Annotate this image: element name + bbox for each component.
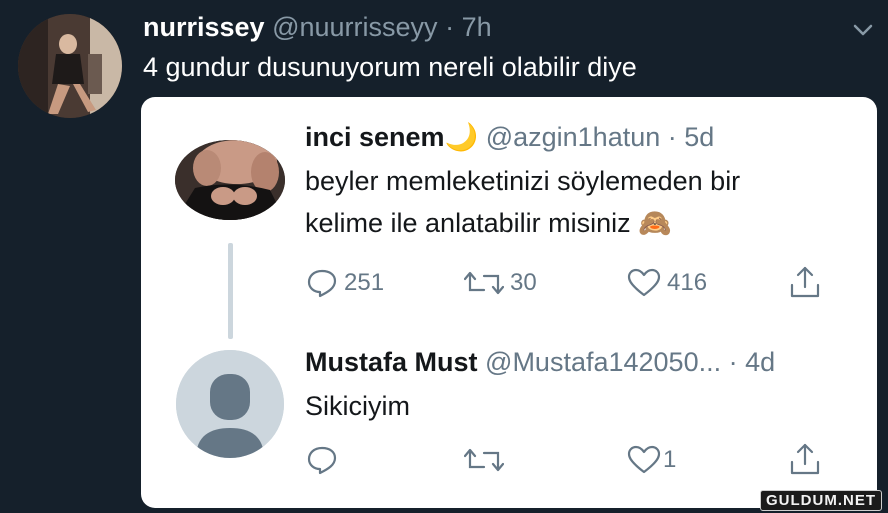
quoted-text: beyler memleketinizi söylemeden bir keli…	[305, 160, 740, 244]
retweet-button[interactable]: 30	[464, 268, 537, 298]
reply-author-handle[interactable]: @Mustafa142050...	[485, 347, 721, 377]
reply-author-avatar[interactable]	[176, 350, 284, 458]
heart-icon	[627, 268, 661, 297]
reply-icon	[307, 269, 337, 298]
quoted-author-photo	[175, 140, 285, 220]
quoted-author-name[interactable]: inci senem	[305, 122, 445, 152]
reply-share-button[interactable]	[789, 442, 821, 476]
share-button[interactable]	[789, 265, 821, 299]
heart-icon	[627, 445, 661, 474]
author-handle[interactable]: @nuurrisseyy	[272, 12, 437, 42]
quoted-thread-card[interactable]: inci senem🌙 @azgin1hatun · 5d beyler mem…	[141, 97, 877, 508]
tweet-header: nurrissey @nuurrisseyy · 7h	[143, 12, 492, 43]
retweet-icon	[464, 448, 504, 472]
quoted-text-line1: beyler memleketinizi söylemeden bir	[305, 166, 741, 196]
quoted-header: inci senem🌙 @azgin1hatun · 5d	[305, 121, 714, 153]
like-button[interactable]: 416	[627, 268, 707, 298]
quoted-time[interactable]: · 5d	[668, 122, 715, 152]
retweet-count: 30	[510, 269, 537, 296]
see-no-evil-emoji: 🙈	[638, 208, 672, 238]
reply-count: 251	[344, 269, 385, 296]
tweet-time[interactable]: · 7h	[445, 12, 492, 42]
share-icon	[790, 266, 820, 298]
reply-icon	[307, 446, 337, 475]
like-count: 416	[667, 269, 708, 296]
author-photo	[18, 14, 122, 118]
author-avatar[interactable]	[18, 14, 122, 118]
reply-header: Mustafa Must @Mustafa142050... · 4d	[305, 347, 775, 378]
share-icon	[790, 443, 820, 475]
reply-reply-button[interactable]	[306, 445, 344, 475]
reply-like-count: 1	[663, 446, 677, 473]
reply-text: Sikiciyim	[305, 391, 410, 421]
quoted-text-line2: kelime ile anlatabilir misiniz 🙈	[305, 208, 672, 238]
retweet-icon	[464, 271, 504, 295]
quoted-author-avatar[interactable]	[175, 140, 285, 220]
reply-retweet-button[interactable]	[464, 445, 510, 475]
moon-emoji: 🌙	[444, 122, 479, 152]
author-name[interactable]: nurrissey	[143, 12, 265, 42]
default-profile-icon	[176, 350, 284, 458]
tweet-text: 4 gundur dusunuyorum nereli olabilir diy…	[143, 52, 637, 82]
reply-time[interactable]: · 4d	[729, 347, 776, 377]
reply-like-button[interactable]: 1	[627, 445, 676, 475]
thread-connector	[228, 243, 233, 339]
chevron-down-icon[interactable]	[852, 22, 874, 38]
quoted-author-handle[interactable]: @azgin1hatun	[486, 122, 661, 152]
reply-author-name[interactable]: Mustafa Must	[305, 347, 478, 377]
site-watermark: GULDUM.NET	[760, 490, 882, 511]
reply-button[interactable]: 251	[306, 268, 384, 298]
